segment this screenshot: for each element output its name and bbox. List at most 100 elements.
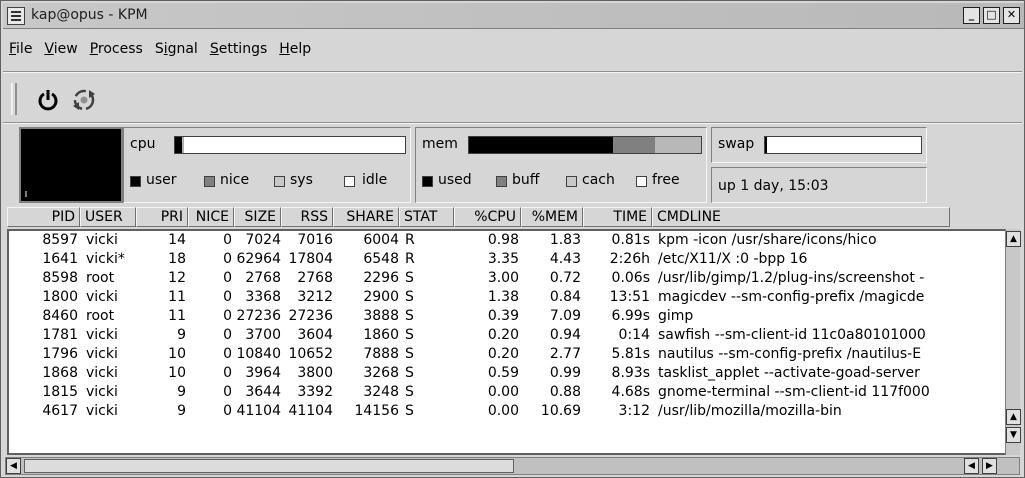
cell-size: 10840 [236,346,281,362]
maximize-button[interactable]: □ [983,7,1000,24]
cell-stat: S [405,403,414,419]
cell-share: 3888 [363,308,399,324]
cell-cmdline: kpm -icon /usr/share/icons/hico [658,232,877,248]
table-row[interactable]: 1641 vicki* 18 0 62964 17804 6548 R 3.35 4.43 2:26… [9,250,1018,269]
uptime-box: up 1 day, 15:03 [711,167,927,203]
column-header-share[interactable]: SHARE [333,207,399,227]
table-row[interactable]: 1796 vicki 10 0 10840 10652 7888 S 0.20 2.77 5.81s… [9,345,1018,364]
column-header-pct-mem[interactable]: %MEM [521,207,583,227]
minimize-button[interactable]: _ [963,7,980,24]
cell-pri: 9 [177,327,186,343]
cell-size: 3700 [245,327,281,343]
cpu-idle-swatch [344,176,355,187]
cell-user: root [86,308,115,324]
cell-pct-cpu: 0.20 [487,327,519,343]
cell-user: vicki [86,365,118,381]
table-row[interactable]: 8597 vicki 14 0 7024 7016 6004 R 0.98 1.83 0.81s kp… [9,231,1018,250]
cell-size: 3964 [245,365,281,381]
cell-pct-cpu: 0.20 [487,346,519,362]
cell-rss: 3212 [297,289,333,305]
scroll-up-button-lower[interactable]: ▲ [1006,409,1021,425]
cell-pct-mem: 0.99 [549,365,581,381]
toolbar [3,79,1022,121]
menu-item-file[interactable]: File [3,39,38,65]
window-title: kap@opus - KPM [31,7,148,23]
table-row[interactable]: 1800 vicki 11 0 3368 3212 2900 S 1.38 0.84 13:51 ma… [9,288,1018,307]
cell-cmdline: /usr/lib/gimp/1.2/plug-ins/screenshot - [658,270,925,286]
cell-cmdline: /etc/X11/X :0 -bpp 16 [658,251,808,267]
table-row[interactable]: 8460 root 11 0 27236 27236 3888 S 0.39 7.09 6.99s g… [9,307,1018,326]
horizontal-scroll-thumb[interactable] [24,459,514,473]
vertical-scrollbar[interactable]: ▲ ▲ ▼ [1005,229,1021,455]
cell-pct-mem: 0.94 [549,327,581,343]
swap-meter: swap [711,127,927,163]
quit-button[interactable] [33,85,63,115]
column-header-pid[interactable]: PID [7,207,80,227]
table-row[interactable]: 1815 vicki 9 0 3644 3392 3248 S 0.00 0.88 4.68s gno… [9,383,1018,402]
cell-share: 3248 [363,384,399,400]
menu-item-view[interactable]: View [38,39,83,65]
menu-item-signal[interactable]: Signal [149,39,204,65]
scroll-right-button[interactable]: ▶ [982,458,997,474]
column-header-user[interactable]: USER [80,207,136,227]
cell-time: 2:26h [609,251,650,267]
cell-pct-mem: 0.72 [549,270,581,286]
cell-pct-mem: 7.09 [549,308,581,324]
process-table[interactable]: 8597 vicki 14 0 7024 7016 6004 R 0.98 1.83 0.81s kp… [7,229,1018,455]
cell-nice: 0 [223,384,232,400]
cell-pct-cpu: 0.00 [487,384,519,400]
mem-label: mem [422,136,458,152]
menu-item-help[interactable]: Help [273,39,317,65]
cpu-user-legend: user [146,172,177,188]
column-header-time[interactable]: TIME [583,207,652,227]
refresh-button[interactable] [69,85,99,115]
close-button[interactable]: ✕ [1003,7,1020,24]
cpu-meter: cpu user nice sys idle [123,127,411,203]
cell-stat: S [405,384,414,400]
scroll-left-button-right[interactable]: ◀ [964,458,979,474]
table-row[interactable]: 8598 root 12 0 2768 2768 2296 S 3.00 0.72 0.06s/us… [9,269,1018,288]
mem-bar [468,136,702,154]
cell-pri: 11 [168,308,186,324]
column-header-pri[interactable]: PRI [136,207,188,227]
title-bar[interactable]: kap@opus - KPM _ □ ✕ [3,3,1024,29]
menu-item-settings[interactable]: Settings [204,39,273,65]
window-menu-icon[interactable] [7,7,25,25]
column-header-pct-cpu[interactable]: %CPU [454,207,521,227]
cell-pct-cpu: 0.39 [487,308,519,324]
cell-share: 1860 [363,327,399,343]
cell-pct-mem: 10.69 [540,403,581,419]
menu-item-process[interactable]: Process [84,39,149,65]
toolbar-grip[interactable] [11,83,17,115]
cell-pct-cpu: 3.00 [487,270,519,286]
cpu-sys-legend: sys [290,172,313,188]
cell-stat: S [405,346,414,362]
cell-size: 2768 [245,270,281,286]
mem-meter: mem used buff cach free [415,127,707,203]
mem-cach-swatch [566,176,577,187]
table-row[interactable]: 1781 vicki 9 0 3700 3604 1860 S 0.20 0.94 0:14 sawf… [9,326,1018,345]
column-header-nice[interactable]: NICE [188,207,234,227]
cell-user: root [86,270,115,286]
column-header-cmdline[interactable]: CMDLINE [652,207,950,227]
scroll-left-button[interactable]: ◀ [6,458,21,474]
scroll-down-button[interactable]: ▼ [1006,427,1021,443]
mem-used-swatch [422,176,433,187]
cell-stat: S [405,270,414,286]
cell-time: 0.81s [611,232,650,248]
cell-nice: 0 [223,308,232,324]
cell-cmdline: gimp [658,308,694,324]
cell-size: 7024 [245,232,281,248]
table-row[interactable]: 1868 vicki 10 0 3964 3800 3268 S 0.59 0.99 8.93s ta… [9,364,1018,383]
column-header-rss[interactable]: RSS [281,207,333,227]
scroll-up-button[interactable]: ▲ [1006,231,1021,247]
horizontal-scrollbar[interactable]: ◀ ◀ ▶ [5,457,1020,475]
cpu-bar [174,136,406,154]
column-header-stat[interactable]: STAT [399,207,454,227]
uptime-text: up 1 day, 15:03 [718,178,829,194]
column-header-size[interactable]: SIZE [234,207,281,227]
cell-pri: 10 [168,346,186,362]
table-row[interactable]: 4617 vicki 9 0 41104 41104 14156 S 0.00 10.69 3:12… [9,402,1018,421]
cpu-nice-swatch [204,176,215,187]
cell-cmdline: tasklist_applet --activate-goad-server [658,365,920,381]
